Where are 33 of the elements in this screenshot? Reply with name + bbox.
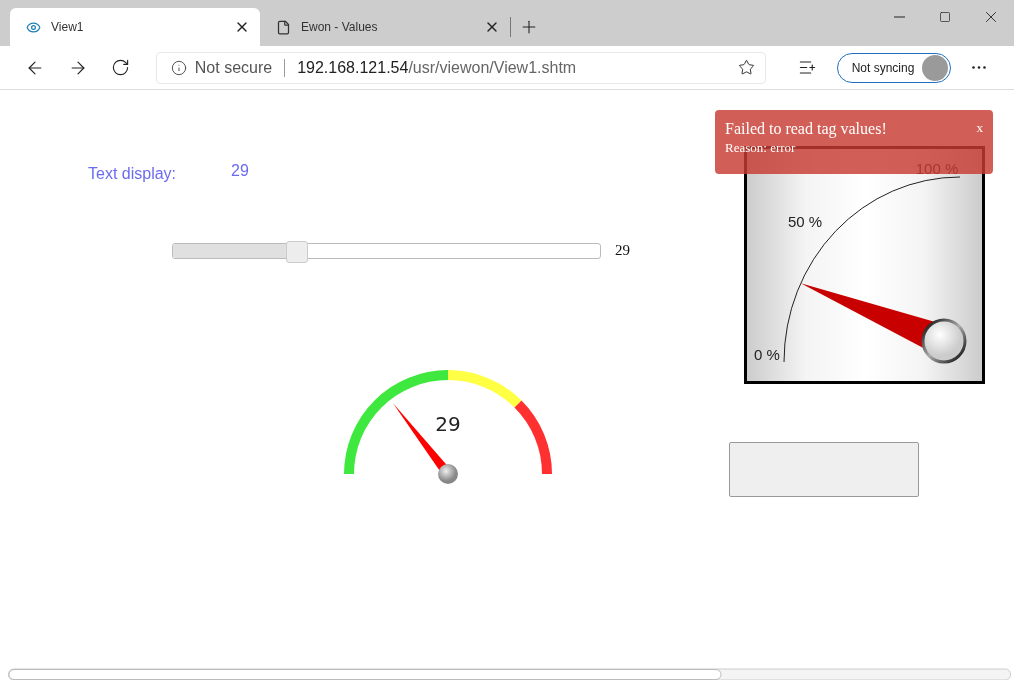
toast-title: Failed to read tag values! [725, 120, 887, 138]
page-icon [276, 19, 291, 35]
meter-pivot [921, 318, 967, 364]
refresh-icon [111, 58, 130, 77]
browser-tab[interactable]: View1 [10, 8, 260, 46]
blank-button[interactable] [729, 442, 919, 497]
url-text: 192.168.121.54/usr/viewon/View1.shtm [297, 58, 578, 77]
security-label: Not secure [194, 58, 273, 77]
favorites-list-icon [797, 58, 817, 77]
avatar-icon [922, 54, 949, 81]
tab-title: Ewon - Values [301, 20, 379, 34]
toast-message: Reason: error [725, 140, 797, 156]
profile-button[interactable]: Not syncing [836, 52, 952, 83]
more-icon [971, 66, 986, 69]
address-bar[interactable]: Not secure 192.168.121.54/usr/viewon/View1.shtm [155, 51, 767, 84]
favorite-star-button[interactable] [738, 59, 756, 76]
horizontal-scrollbar[interactable] [8, 668, 1012, 680]
gauge-knob [438, 464, 458, 484]
slider-value: 29 [615, 242, 630, 259]
scale-label: 50 % [787, 213, 823, 230]
text-display-label: Text display: [88, 165, 177, 182]
browser-tab[interactable]: Ewon - Values [260, 8, 510, 46]
scale-label: 0 % [754, 346, 780, 363]
star-icon [738, 59, 756, 76]
tab-title: View1 [51, 20, 85, 34]
slider-thumb[interactable] [285, 240, 308, 263]
info-icon [170, 59, 187, 76]
text-display-value: 29 [231, 162, 249, 179]
minimize-icon [893, 16, 905, 18]
toast-close-button[interactable]: x [976, 120, 983, 136]
maximize-icon [939, 11, 951, 23]
gauge-value: 29 [435, 412, 461, 436]
eye-icon [26, 19, 41, 35]
